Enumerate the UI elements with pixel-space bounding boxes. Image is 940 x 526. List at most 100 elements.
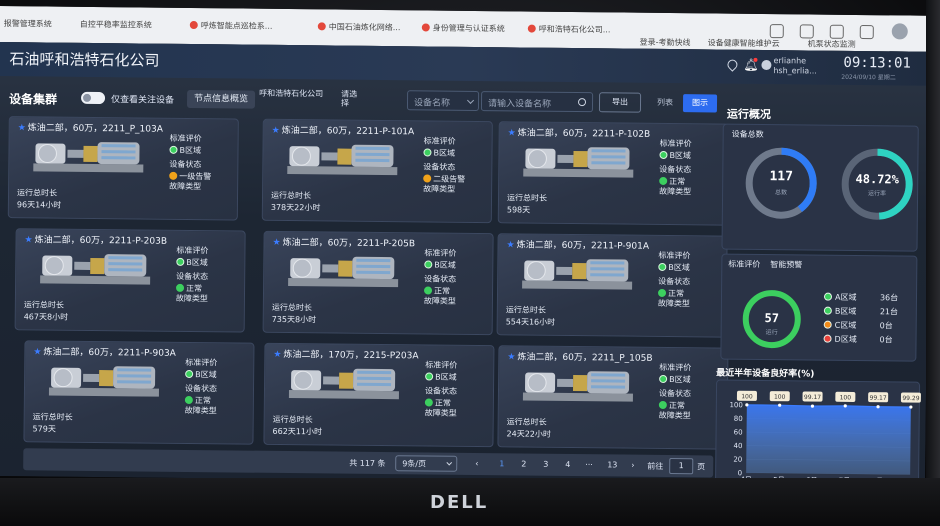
runtime-label: 运行总时长 xyxy=(505,305,546,315)
trend-title: 最近半年设备良好率(%) xyxy=(716,368,815,380)
bookmark-petro-network[interactable]: 中国石油炼化网络... xyxy=(317,21,401,33)
star-icon[interactable]: ★ xyxy=(506,240,514,250)
chart-view-button[interactable]: 图示 xyxy=(682,94,718,113)
bookmark-alarm[interactable]: 报警管理系统 xyxy=(4,18,52,30)
warning-icon xyxy=(423,174,432,183)
bookmark-health[interactable]: 设备健康智能维护云 xyxy=(708,37,780,49)
status-label: 设备状态 xyxy=(184,383,218,394)
breadcrumb-select[interactable]: 请选择 xyxy=(341,90,361,108)
legend-row: A区域 36台 xyxy=(823,292,914,305)
equipment-card[interactable]: ★ 炼油二部，60万，2211-P-203B 标准评价 B区域 设备状态 正常 故障类型 运行… xyxy=(14,228,246,333)
bookmark-identity[interactable]: 身份管理与认证系统 xyxy=(421,22,505,34)
location-icon[interactable] xyxy=(725,57,740,72)
user-icon[interactable] xyxy=(761,59,772,71)
extension-icon[interactable] xyxy=(859,25,874,40)
page-ellipsis[interactable]: ··· xyxy=(585,460,593,469)
follow-toggle[interactable] xyxy=(80,91,106,105)
search-placeholder: 请输入设备名称 xyxy=(487,99,552,110)
tab-smart-warning[interactable]: 智能预警 xyxy=(770,259,802,270)
goto-label: 前往 xyxy=(647,461,664,471)
runtime-value: 735天8小时 xyxy=(271,314,317,325)
pagination: 共 117 条 9条/页 ‹ 1 2 3 4 ··· 13 › 前往 1 页 xyxy=(23,448,714,478)
star-icon[interactable]: ★ xyxy=(508,128,516,138)
pump-image xyxy=(523,147,634,178)
status-label: 设备状态 xyxy=(169,159,202,170)
list-view-button[interactable]: 列表 xyxy=(649,94,681,112)
rate-value: 48.72% xyxy=(855,171,899,187)
zone-value: B区域 xyxy=(424,259,456,270)
equipment-card[interactable]: ★ 炼油二部，60万，2211-P-901A 标准评价 B区域 设备状态 正常 故障类型 运行… xyxy=(496,233,728,338)
data-label: 99.29 xyxy=(902,395,919,402)
bookmark-company[interactable]: 呼和浩特石化公司... xyxy=(527,24,611,36)
zone-value: B区域 xyxy=(176,257,208,268)
page-button[interactable]: 4 xyxy=(565,460,570,469)
ok-icon xyxy=(657,288,667,297)
next-page-icon[interactable]: › xyxy=(631,461,634,470)
fault-label: 故障类型 xyxy=(423,296,456,306)
runtime-value: 554天16小时 xyxy=(505,317,556,327)
star-icon[interactable]: ★ xyxy=(272,238,280,248)
breadcrumb-company[interactable]: 呼和浩特石化公司 xyxy=(259,89,337,99)
notification-dot xyxy=(753,57,758,62)
star-icon[interactable]: ★ xyxy=(273,350,281,360)
page-button[interactable]: 2 xyxy=(521,459,526,468)
page-button[interactable]: 13 xyxy=(607,460,617,469)
bookmark-control[interactable]: 自控平稳率监控系统 xyxy=(80,19,152,31)
legend-row: D区域 0台 xyxy=(823,334,913,347)
ok-icon xyxy=(184,395,193,405)
browser-profile-avatar[interactable] xyxy=(891,23,908,40)
equipment-card[interactable]: ★ 炼油二部，60万，2211-P-102B 标准评价 B区域 设备状态 正常 故障类型 运行… xyxy=(497,121,729,226)
node-overview-button[interactable]: 节点信息概览 xyxy=(186,89,256,109)
page-size-select[interactable]: 9条/页 xyxy=(395,455,458,472)
equipment-card[interactable]: ★ 炼油二部，60万，2211_P_103A 标准评价 B区域 设备状态 一级告警 故障类型… xyxy=(7,116,239,221)
legend-dot-icon xyxy=(823,334,832,343)
export-button[interactable]: 导出 xyxy=(598,92,642,113)
user-name[interactable]: erlianhe xyxy=(773,56,806,65)
bookmark-pump[interactable]: 机泵状态监测 xyxy=(808,38,856,50)
trend-chart-box: 0204060801001004月1005月99.176月1007月99.178… xyxy=(715,379,921,486)
page-size-value: 9条/页 xyxy=(402,459,427,469)
favorite-icon[interactable] xyxy=(799,24,814,39)
zone-dot-icon xyxy=(659,150,668,159)
trend-chart: 0204060801001004月1005月99.176月1007月99.178… xyxy=(729,390,921,486)
reader-icon[interactable] xyxy=(769,24,784,39)
eval-label: 标准评价 xyxy=(659,362,692,373)
fault-label: 故障类型 xyxy=(424,408,457,418)
tab-standard-eval[interactable]: 标准评价 xyxy=(728,259,760,270)
bookmark-inspection[interactable]: 呼炼智能点巡检系... xyxy=(189,20,273,32)
search-icon[interactable] xyxy=(577,98,587,107)
eval-value: 57 xyxy=(764,311,780,326)
zone-dot-icon xyxy=(424,260,433,269)
eval-label: 标准评价 xyxy=(658,250,691,261)
equipment-card[interactable]: ★ 炼油二部，170万，2215-P203A 标准评价 B区域 设备状态 正常 故障类型 运行… xyxy=(263,342,495,448)
collections-icon[interactable] xyxy=(829,24,844,39)
bookmark-icon xyxy=(317,22,326,31)
zone-value: B区域 xyxy=(659,150,691,161)
star-icon[interactable]: ★ xyxy=(33,347,41,357)
goto-page-input[interactable]: 1 xyxy=(669,458,694,475)
total-value: 117 xyxy=(769,169,794,185)
equipment-card[interactable]: ★ 炼油二部，60万，2211-P-101A 标准评价 B区域 设备状态 二级告警 故障类型… xyxy=(261,118,493,224)
equipment-card[interactable]: ★ 炼油二部，60万，2211-P-903A 标准评价 B区域 设备状态 正常 故障类型 运行… xyxy=(23,340,255,445)
star-icon[interactable]: ★ xyxy=(18,123,26,133)
equipment-card[interactable]: ★ 炼油二部，60万，2211-P-205B 标准评价 B区域 设备状态 正常 故障类型 运行… xyxy=(262,230,494,336)
runtime-label: 运行总时长 xyxy=(16,188,58,198)
page-button[interactable]: 1 xyxy=(499,459,504,468)
ok-icon xyxy=(424,398,433,407)
equipment-card[interactable]: ★ 炼油二部，60万，2211_P_105B 标准评价 B区域 设备状态 正常 故障类型 运行… xyxy=(497,345,729,450)
star-icon[interactable]: ★ xyxy=(272,126,280,136)
prev-page-icon[interactable]: ‹ xyxy=(475,459,478,468)
zone-value: B区域 xyxy=(185,369,217,380)
search-input[interactable]: 请输入设备名称 xyxy=(480,91,594,113)
star-icon[interactable]: ★ xyxy=(507,352,515,362)
date: 2024/09/10 星期二 xyxy=(841,73,896,82)
page-button[interactable]: 3 xyxy=(543,460,548,469)
follow-toggle-label: 仅查看关注设备 xyxy=(110,95,175,106)
legend-count: 0台 xyxy=(879,335,893,345)
pump-image xyxy=(522,371,633,402)
star-icon[interactable]: ★ xyxy=(24,235,32,245)
eval-label: 标准评价 xyxy=(423,136,456,146)
bookmark-attendance[interactable]: 登录-考勤快线 xyxy=(640,37,691,49)
field-select[interactable]: 设备名称 xyxy=(406,90,480,112)
runtime-label: 运行总时长 xyxy=(506,193,548,203)
